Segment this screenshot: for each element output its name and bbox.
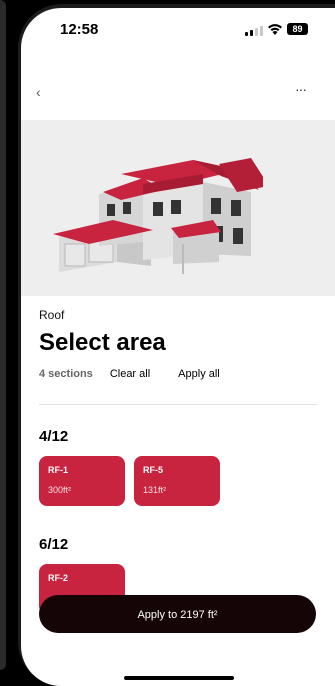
pitch-group-title: 4/12 xyxy=(39,428,69,445)
apply-all-button[interactable]: Apply all xyxy=(178,368,220,380)
section-name: RF-1 xyxy=(48,465,68,475)
divider xyxy=(39,404,317,405)
battery-icon: 89 xyxy=(287,23,308,35)
back-chevron-icon[interactable]: ‹ xyxy=(36,84,41,100)
section-name: RF-2 xyxy=(48,573,68,583)
section-filters: 4 sections Clear all Apply all xyxy=(39,368,220,380)
clear-all-button[interactable]: Clear all xyxy=(110,368,150,380)
pitch-group-title: 6/12 xyxy=(39,536,69,553)
more-options-icon[interactable]: ··· xyxy=(295,81,307,97)
house-3d-preview[interactable] xyxy=(21,120,335,296)
app-screen: 12:58 89 ‹ ··· Roof Select area 4 sectio… xyxy=(21,8,335,686)
section-name: RF-5 xyxy=(143,465,163,475)
section-chip-rf-5[interactable]: RF-5 131ft² xyxy=(134,456,220,506)
section-count: 4 sections xyxy=(39,368,93,380)
wifi-icon xyxy=(268,24,282,35)
page-title: Select area xyxy=(39,329,166,356)
previous-screen-edge xyxy=(0,0,6,670)
cellular-signal-icon xyxy=(245,26,263,36)
home-indicator xyxy=(124,676,234,680)
apply-area-button[interactable]: Apply to 2197 ft² xyxy=(39,595,316,633)
section-area: 131ft² xyxy=(143,485,167,495)
status-time: 12:58 xyxy=(60,21,99,38)
section-area: 300ft² xyxy=(48,485,72,495)
top-nav: ‹ ··· xyxy=(21,78,335,108)
house-model-image xyxy=(53,158,263,274)
category-label: Roof xyxy=(39,308,65,322)
status-bar: 12:58 89 xyxy=(21,8,335,52)
section-chip-rf-1[interactable]: RF-1 300ft² xyxy=(39,456,125,506)
